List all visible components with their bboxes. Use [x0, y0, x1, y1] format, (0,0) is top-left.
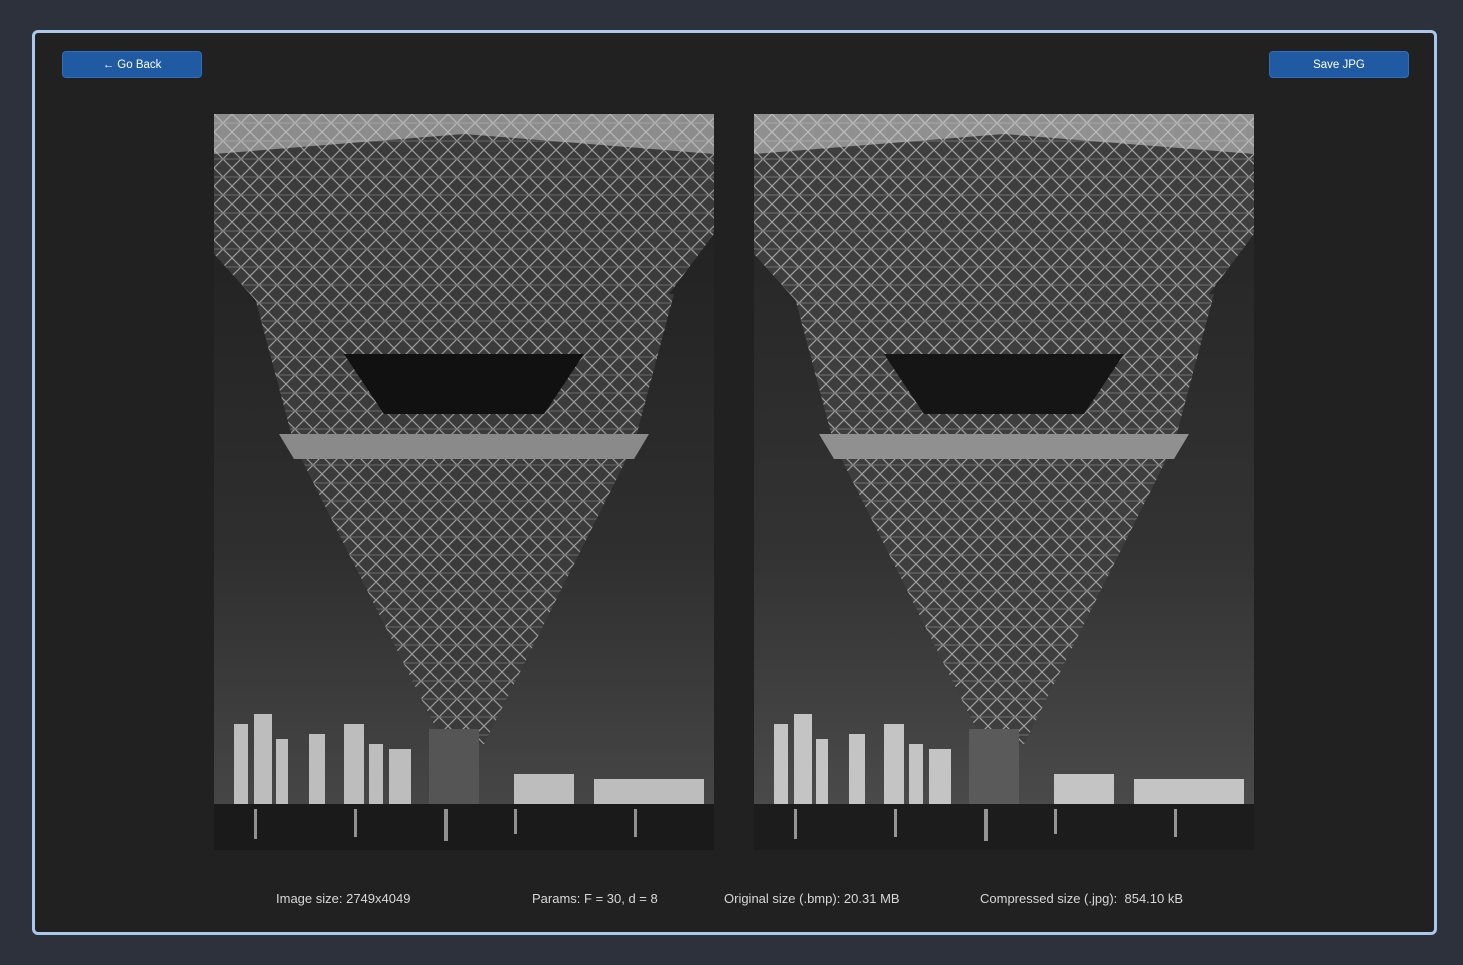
compression-result-window: ← Go Back Save JPG Image size: 2749x4049… — [32, 30, 1437, 935]
original-size-label: Original size (.bmp): 20.31 MB — [724, 891, 900, 906]
original-image — [214, 114, 714, 850]
compressed-image — [754, 114, 1254, 850]
go-back-button[interactable]: ← Go Back — [62, 51, 202, 78]
params-label: Params: F = 30, d = 8 — [532, 891, 658, 906]
image-size-label: Image size: 2749x4049 — [276, 891, 411, 906]
save-jpg-button[interactable]: Save JPG — [1269, 51, 1409, 78]
compressed-size-label: Compressed size (.jpg): 854.10 kB — [980, 891, 1184, 906]
